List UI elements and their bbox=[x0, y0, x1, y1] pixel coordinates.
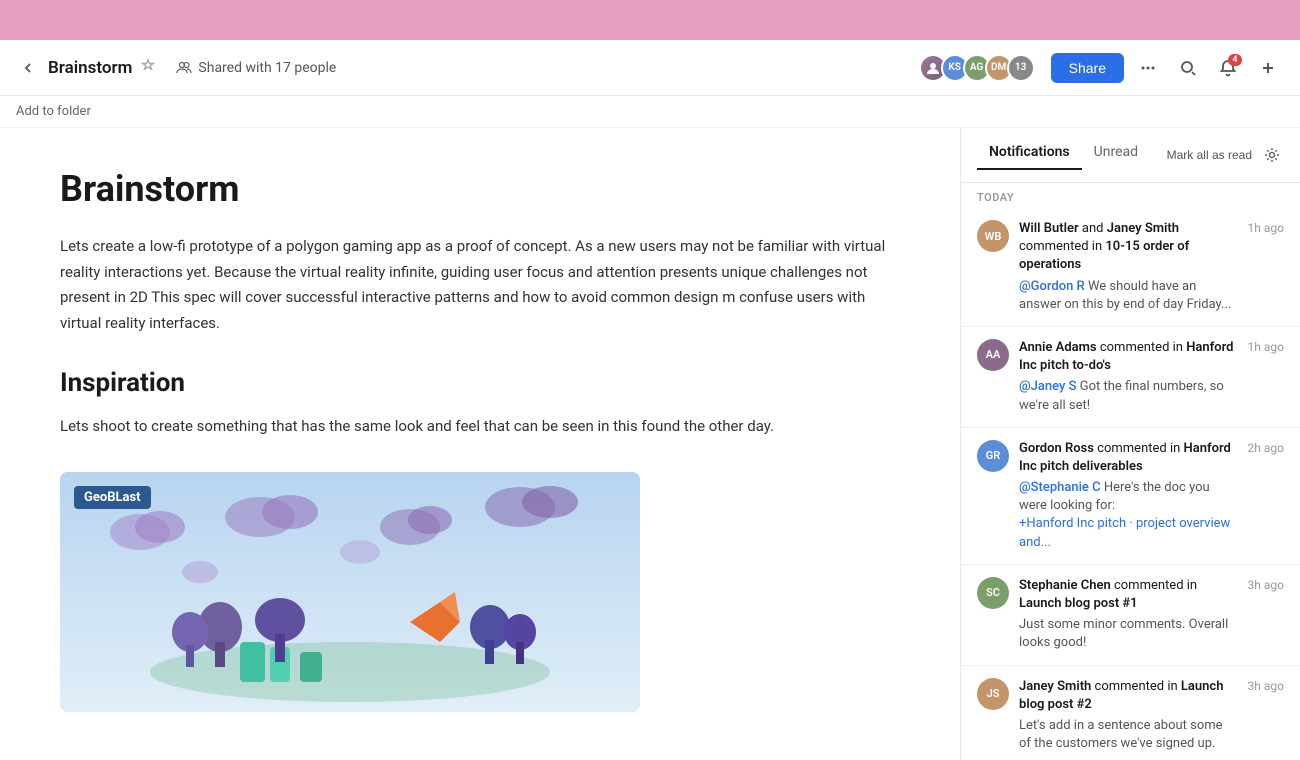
notifications-panel: Notifications Unread Mark all as read TO… bbox=[960, 128, 1300, 760]
notif-text-2: Annie Adams commented in Hanford Inc pit… bbox=[1019, 339, 1238, 375]
notif-comment-4: Just some minor comments. Overall looks … bbox=[1019, 616, 1238, 652]
add-to-folder-link[interactable]: Add to folder bbox=[16, 104, 91, 119]
header-bar: Brainstorm Shared with 17 people bbox=[0, 40, 1300, 96]
notif-time-1: 1h ago bbox=[1248, 221, 1284, 314]
document-title: Brainstorm bbox=[60, 168, 900, 210]
notif-body-4: Stephanie Chen commented in Launch blog … bbox=[1019, 577, 1238, 653]
notif-text-1: Will Butler and Janey Smith commented in… bbox=[1019, 220, 1238, 275]
document-paragraph-2: Lets shoot to create something that has … bbox=[60, 414, 900, 440]
notif-body-5: Janey Smith commented in Launch blog pos… bbox=[1019, 678, 1238, 754]
notif-time-5: 3h ago bbox=[1248, 679, 1284, 754]
add-button[interactable] bbox=[1252, 52, 1284, 84]
notif-time-4: 3h ago bbox=[1248, 578, 1284, 653]
notif-comment-5: Let's add in a sentence about some of th… bbox=[1019, 717, 1238, 753]
notif-avatar-2: AA bbox=[977, 339, 1009, 371]
notif-text-5: Janey Smith commented in Launch blog pos… bbox=[1019, 678, 1238, 714]
notif-avatar-5: JS bbox=[977, 678, 1009, 710]
notif-avatar-3: GR bbox=[977, 440, 1009, 472]
tab-notifications[interactable]: Notifications bbox=[977, 140, 1082, 170]
notif-body-3: Gordon Ross commented in Hanford Inc pit… bbox=[1019, 440, 1238, 552]
notification-item[interactable]: AA Annie Adams commented in Hanford Inc … bbox=[961, 327, 1300, 428]
notifications-header: Notifications Unread Mark all as read bbox=[961, 128, 1300, 183]
notif-avatar-4: SC bbox=[977, 577, 1009, 609]
star-icon[interactable] bbox=[140, 58, 156, 78]
top-bar bbox=[0, 0, 1300, 40]
tab-unread[interactable]: Unread bbox=[1082, 140, 1150, 170]
notifications-actions: Mark all as read bbox=[1167, 143, 1284, 167]
notif-body-2: Annie Adams commented in Hanford Inc pit… bbox=[1019, 339, 1238, 415]
search-button[interactable] bbox=[1172, 52, 1204, 84]
shared-people-icon bbox=[176, 60, 192, 76]
notifications-button[interactable]: 4 bbox=[1212, 52, 1244, 84]
inspiration-heading: Inspiration bbox=[60, 368, 900, 398]
notif-comment-1: @Gordon R We should have an answer on th… bbox=[1019, 278, 1238, 314]
today-label: TODAY bbox=[961, 183, 1300, 208]
document-paragraph-1: Lets create a low-fi prototype of a poly… bbox=[60, 234, 900, 336]
notif-time-3: 2h ago bbox=[1248, 441, 1284, 552]
geoblast-badge: GeoBLast bbox=[74, 486, 151, 509]
notification-badge: 4 bbox=[1228, 54, 1242, 66]
notif-comment-3: @Stephanie C Here's the doc you were loo… bbox=[1019, 479, 1238, 515]
notif-comment-2: @Janey S Got the final numbers, so we're… bbox=[1019, 378, 1238, 414]
notif-avatar-1: WB bbox=[977, 220, 1009, 252]
avatars-row: KS AG DM 13 bbox=[919, 54, 1035, 82]
more-options-button[interactable] bbox=[1132, 52, 1164, 84]
notifications-tabs: Notifications Unread bbox=[977, 140, 1150, 170]
notification-item[interactable]: JS Janey Smith commented in Launch blog … bbox=[961, 666, 1300, 760]
doc-title: Brainstorm bbox=[48, 58, 132, 78]
notification-item[interactable]: GR Gordon Ross commented in Hanford Inc … bbox=[961, 428, 1300, 565]
main-container: Brainstorm Shared with 17 people bbox=[0, 40, 1300, 760]
content-wrapper: Brainstorm Lets create a low-fi prototyp… bbox=[0, 128, 1300, 760]
header-right: KS AG DM 13 Share bbox=[919, 52, 1284, 84]
avatar-count[interactable]: 13 bbox=[1007, 54, 1035, 82]
notif-text-3: Gordon Ross commented in Hanford Inc pit… bbox=[1019, 440, 1238, 476]
notif-body-1: Will Butler and Janey Smith commented in… bbox=[1019, 220, 1238, 314]
sub-header: Add to folder bbox=[0, 96, 1300, 128]
notification-item[interactable]: WB Will Butler and Janey Smith commented… bbox=[961, 208, 1300, 327]
header-left: Brainstorm Shared with 17 people bbox=[16, 56, 919, 80]
notif-time-2: 1h ago bbox=[1248, 340, 1284, 415]
notif-text-4: Stephanie Chen commented in Launch blog … bbox=[1019, 577, 1238, 613]
shared-text: Shared with 17 people bbox=[198, 60, 336, 76]
document-image: GeoBLast bbox=[60, 472, 640, 712]
share-button[interactable]: Share bbox=[1051, 53, 1124, 83]
notifications-list: TODAY WB Will Butler and Janey Smith com… bbox=[961, 183, 1300, 760]
shared-info: Shared with 17 people bbox=[176, 60, 336, 76]
mark-all-read-button[interactable]: Mark all as read bbox=[1167, 148, 1252, 162]
notif-extra-link-3: +Hanford Inc pitch · project overview an… bbox=[1019, 515, 1238, 551]
document-area: Brainstorm Lets create a low-fi prototyp… bbox=[0, 128, 960, 760]
notification-item[interactable]: SC Stephanie Chen commented in Launch bl… bbox=[961, 565, 1300, 666]
notifications-settings-button[interactable] bbox=[1260, 143, 1284, 167]
back-button[interactable] bbox=[16, 56, 40, 80]
